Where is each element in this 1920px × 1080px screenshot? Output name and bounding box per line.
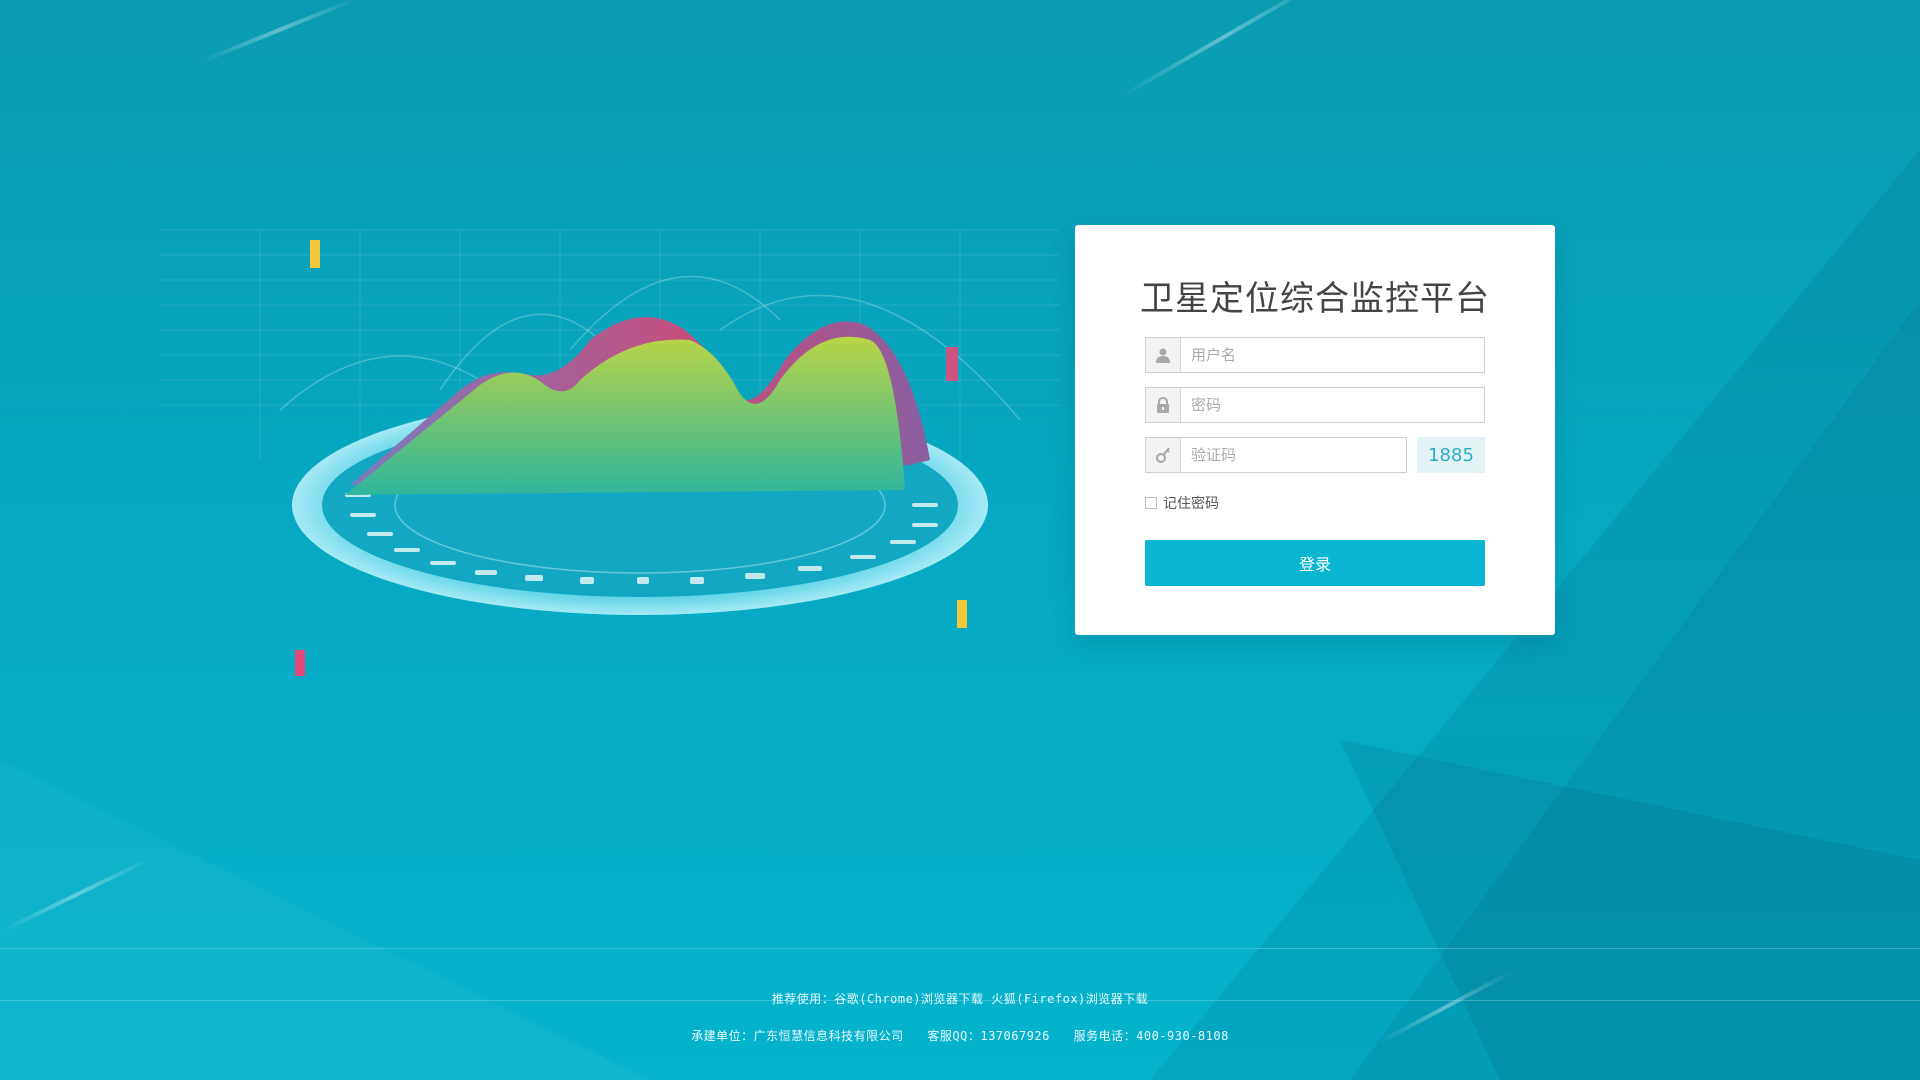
hero-illustration [160, 210, 1060, 710]
remember-label: 记住密码 [1163, 496, 1219, 512]
captcha-code-image[interactable]: 1885 [1417, 437, 1485, 473]
lock-icon [1146, 388, 1181, 422]
key-icon [1146, 438, 1181, 472]
footer-divider-top [0, 948, 1920, 949]
password-field[interactable] [1145, 387, 1485, 423]
footer-browser-recommend[interactable]: 推荐使用：谷歌(Chrome)浏览器下载 火狐(Firefox)浏览器下载 [0, 990, 1920, 1007]
user-icon [1146, 338, 1181, 372]
page-title: 卫星定位综合监控平台 [1140, 279, 1490, 319]
captcha-input[interactable] [1182, 438, 1397, 472]
footer-qq: 客服QQ：137067926 [927, 1029, 1050, 1043]
username-input[interactable] [1182, 338, 1472, 372]
remember-password[interactable]: 记住密码 [1145, 493, 1219, 513]
footer-info: 承建单位：广东恒慧信息科技有限公司 客服QQ：137067926 服务电话：40… [0, 1027, 1920, 1044]
login-card: 卫星定位综合监控平台 1885 记住密码 登录 [1075, 225, 1555, 635]
footer-builder: 承建单位：广东恒慧信息科技有限公司 [691, 1029, 904, 1043]
footer-phone: 服务电话：400-930-8108 [1073, 1029, 1229, 1043]
username-field[interactable] [1145, 337, 1485, 373]
password-input[interactable] [1182, 388, 1472, 422]
remember-checkbox[interactable] [1145, 497, 1157, 509]
mountain-chart-graphic [160, 229, 1060, 676]
captcha-field[interactable] [1145, 437, 1407, 473]
login-button[interactable]: 登录 [1145, 540, 1485, 586]
